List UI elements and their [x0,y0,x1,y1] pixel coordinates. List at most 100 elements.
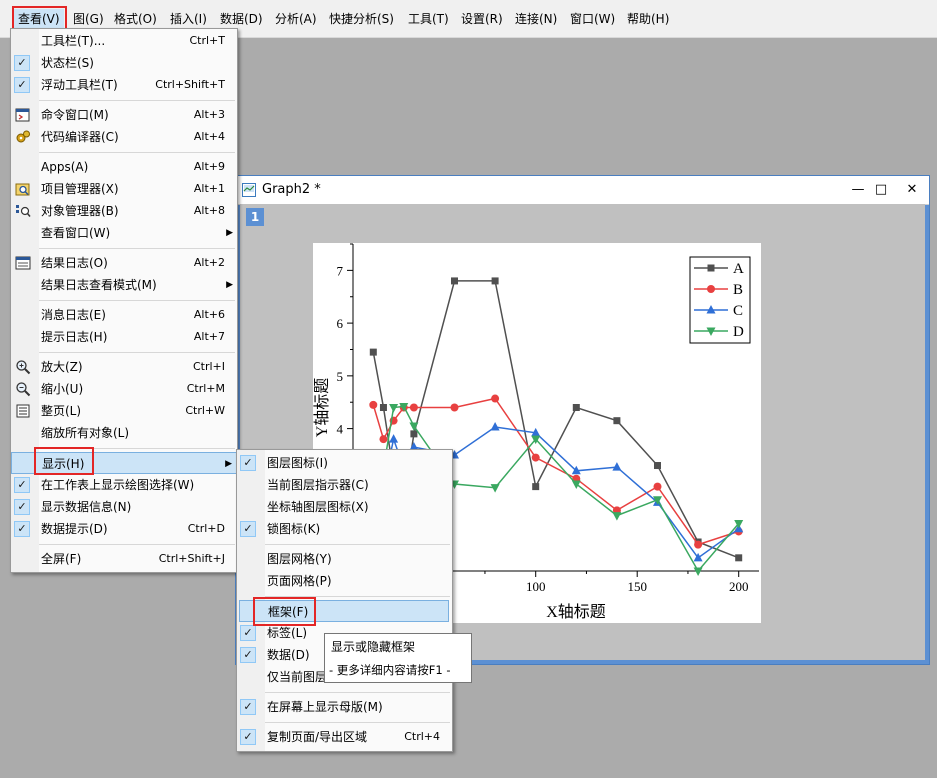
menu-item-zoom-in[interactable]: 放大(Z) Ctrl+I [11,356,237,378]
menu-format[interactable]: 格式(O) [110,9,161,29]
data-point-C [389,434,399,443]
menu-item-floating-toolbar[interactable]: ✓ 浮动工具栏(T) Ctrl+Shift+T [11,74,237,96]
check-icon: ✓ [14,521,30,537]
menu-item-label: Apps(A) [41,160,89,174]
check-icon: ✓ [240,455,256,471]
y-tick-label: 5 [337,369,344,384]
maximize-button[interactable]: □ [870,180,892,200]
menu-item-label: 全屏(F) [41,552,82,566]
data-point-A [654,462,661,470]
graph-window-title: Graph2 * [262,182,321,197]
data-point-B [369,400,378,409]
menu-item-label: 数据提示(D) [41,522,108,536]
menu-insert[interactable]: 插入(I) [166,9,211,29]
data-point-D [693,567,703,576]
menu-item-label: 在工作表上显示绘图选择(W) [41,478,195,492]
menu-item-results-log-view-mode[interactable]: 结果日志查看模式(M) ▶ [11,274,237,296]
menu-item-lock-icon[interactable]: ✓ 锁图标(K) [237,518,452,540]
menu-connect[interactable]: 连接(N) [511,9,561,29]
menu-item-show-plot-selection[interactable]: ✓ 在工作表上显示绘图选择(W) [11,474,237,496]
menu-item-show-data-info[interactable]: ✓ 显示数据信息(N) [11,496,237,518]
graph-window-icon [242,183,256,197]
menu-separator [39,248,235,249]
menu-item-whole-page[interactable]: 整页(L) Ctrl+W [11,400,237,422]
menu-separator [39,448,235,449]
menu-item-project-explorer[interactable]: 项目管理器(X) Alt+1 [11,178,237,200]
layer-icon[interactable]: 1 [246,208,264,226]
data-point-A [572,404,580,411]
menu-item-copy-page-export-area[interactable]: ✓ 复制页面/导出区域 Ctrl+4 [237,726,452,748]
menu-item-messages-log[interactable]: 消息日志(E) Alt+6 [11,304,237,326]
menu-item-command-window[interactable]: 命令窗口(M) Alt+3 [11,104,237,126]
minimize-button[interactable]: — [847,180,869,200]
check-icon: ✓ [240,699,256,715]
menu-item-data-tips[interactable]: ✓ 数据提示(D) Ctrl+D [11,518,237,540]
y-tick-label: 7 [337,263,344,278]
check-icon: ✓ [240,647,256,663]
menu-analysis[interactable]: 分析(A) [271,9,321,29]
menu-item-show[interactable]: 显示(H) ▶ [11,452,237,474]
data-point-A [735,554,743,562]
menu-item-label: 页面网格(P) [267,574,332,588]
menu-item-zoom-all-objects[interactable]: 缩放所有对象(L) [11,422,237,444]
menu-item-active-layer-indicator[interactable]: 当前图层指示器(C) [237,474,452,496]
menu-quick-analysis[interactable]: 快捷分析(S) [325,9,398,29]
menu-item-status-bar[interactable]: ✓ 状态栏(S) [11,52,237,74]
check-icon: ✓ [14,477,30,493]
menu-item-full-screen[interactable]: 全屏(F) Ctrl+Shift+J [11,548,237,570]
menu-graph[interactable]: 图(G) [69,9,108,29]
x-axis-title: X轴标题 [546,603,606,621]
tooltip-help-text: - 更多详细内容请按F1 - [329,663,451,677]
data-point-A [532,483,540,491]
whole-page-icon [16,404,30,418]
menu-view[interactable]: 查看(V) [14,9,64,29]
graph-window-titlebar[interactable]: Graph2 * — □ ✕ [236,176,929,205]
menu-item-axis-layer-icons[interactable]: 坐标轴图层图标(X) [237,496,452,518]
menu-item-toolbars[interactable]: 工具栏(T)... Ctrl+T [11,30,237,52]
menu-item-page-grid[interactable]: 页面网格(P) [237,570,452,592]
menu-item-label: 命令窗口(M) [41,108,109,122]
project-explorer-icon [15,183,30,196]
data-point-A [379,404,387,411]
zoom-out-icon [16,382,31,397]
menu-settings[interactable]: 设置(R) [457,9,507,29]
menu-item-shortcut: Ctrl+Shift+T [155,78,225,91]
menu-item-label: 缩小(U) [41,382,84,396]
menu-item-apps[interactable]: Apps(A) Alt+9 [11,156,237,178]
menu-item-view-window[interactable]: 查看窗口(W) ▶ [11,222,237,244]
menu-item-results-log[interactable]: 结果日志(O) Alt+2 [11,252,237,274]
menu-item-shortcut: Alt+9 [193,160,225,173]
menu-item-show-master[interactable]: ✓ 在屏幕上显示母版(M) [237,696,452,718]
menu-item-code-builder[interactable]: 代码编译器(C) Alt+4 [11,126,237,148]
close-button[interactable]: ✕ [901,180,923,200]
menu-item-label: 工具栏(T)... [41,34,106,48]
tooltip: 显示或隐藏框架 - 更多详细内容请按F1 - [324,633,472,683]
code-builder-icon [16,130,30,143]
menu-item-label: 放大(Z) [41,360,83,374]
menu-data[interactable]: 数据(D) [216,9,267,29]
menu-item-shortcut: Alt+6 [193,308,225,321]
data-point-D [571,480,581,489]
menu-item-layer-icons[interactable]: ✓ 图层图标(I) [237,452,452,474]
menu-item-smart-hint-log[interactable]: 提示日志(H) Alt+7 [11,326,237,348]
menu-item-label: 结果日志(O) [41,256,108,270]
menu-help[interactable]: 帮助(H) [623,9,673,29]
menu-item-frame[interactable]: 框架(F) [239,600,449,622]
data-point-B [491,394,500,403]
menu-tools[interactable]: 工具(T) [404,9,453,29]
menu-item-label: 图层网格(Y) [267,552,332,566]
data-point-B [531,453,540,462]
results-log-icon [15,256,31,270]
menu-item-label: 显示(H) [42,457,85,471]
menu-item-shortcut: Alt+7 [193,330,225,343]
legend-marker-A [707,264,715,272]
menu-item-zoom-out[interactable]: 缩小(U) Ctrl+M [11,378,237,400]
legend-label-C: C [733,303,743,319]
menu-item-shortcut: Ctrl+I [192,360,225,373]
menu-item-object-manager[interactable]: 对象管理器(B) Alt+8 [11,200,237,222]
menu-item-label: 图层图标(I) [267,456,328,470]
menu-item-layer-grid[interactable]: 图层网格(Y) [237,548,452,570]
legend-label-D: D [733,324,744,340]
menu-item-shortcut: Ctrl+T [189,34,225,47]
menu-window[interactable]: 窗口(W) [566,9,619,29]
